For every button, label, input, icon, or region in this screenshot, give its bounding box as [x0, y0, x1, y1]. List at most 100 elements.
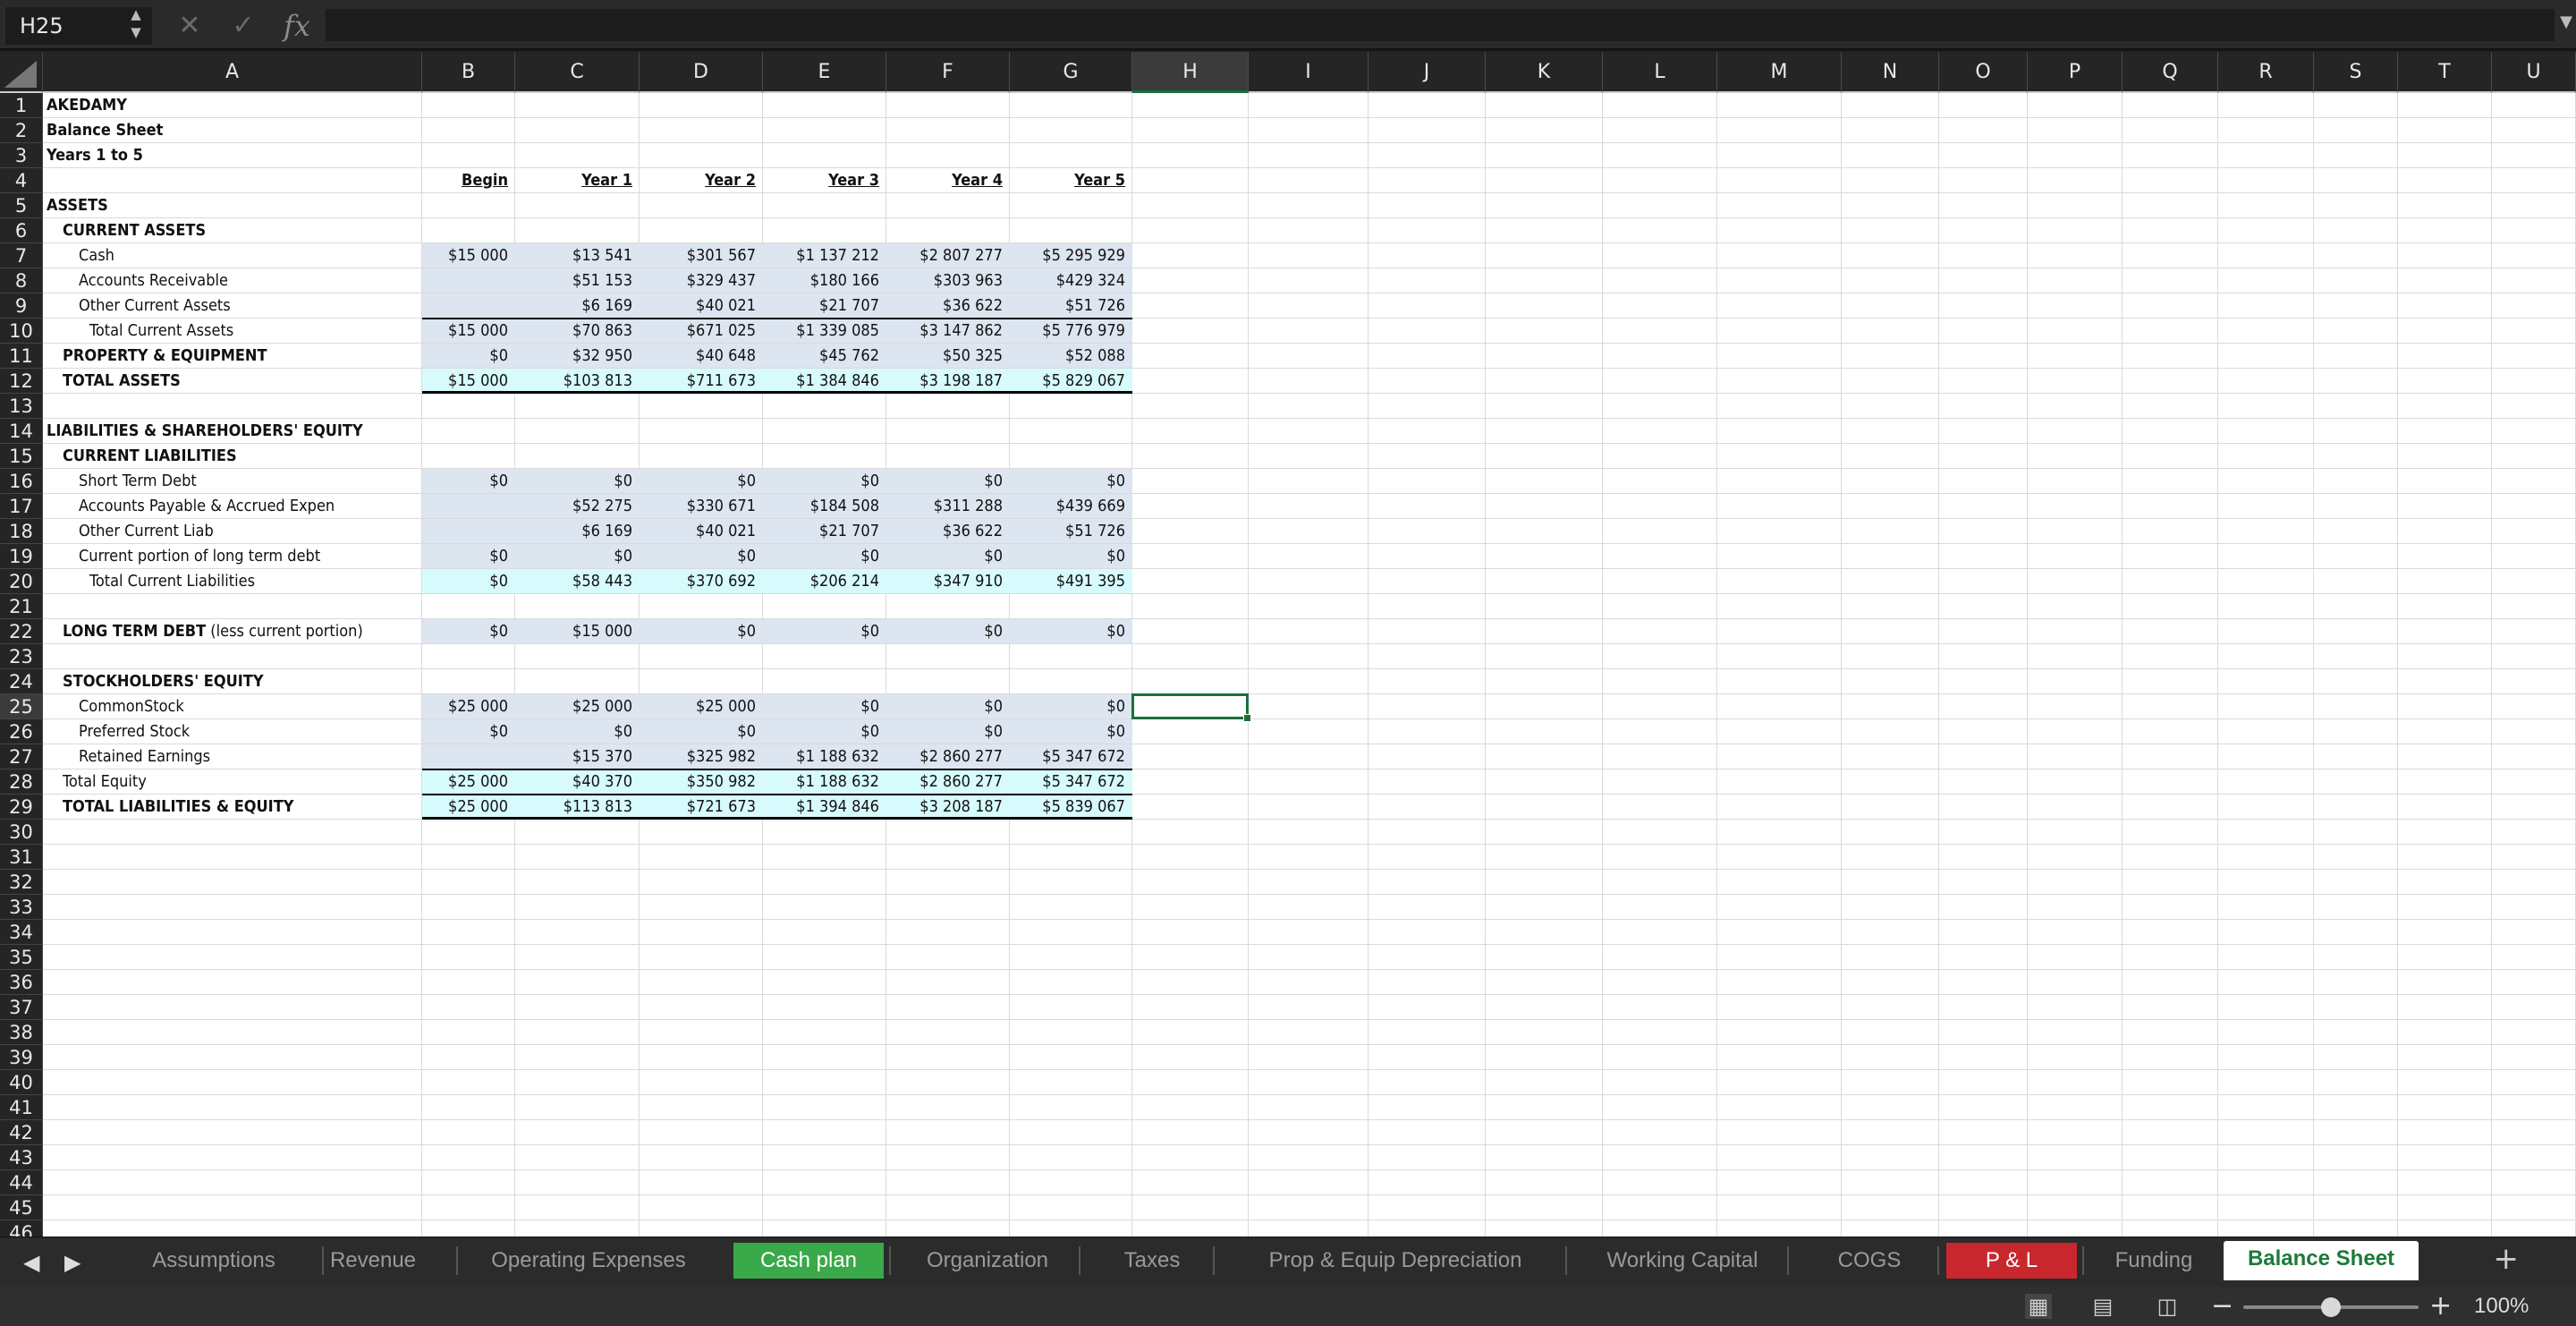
- formula-input[interactable]: [326, 9, 2555, 41]
- column-header-k[interactable]: K: [1486, 52, 1603, 93]
- normal-view-icon[interactable]: ▦: [2025, 1294, 2052, 1319]
- zoom-out-icon[interactable]: −: [2211, 1290, 2233, 1322]
- row-header-4[interactable]: 4: [0, 168, 43, 193]
- column-header-e[interactable]: E: [763, 52, 886, 93]
- selected-cell[interactable]: [1131, 693, 1249, 719]
- column-header-h[interactable]: H: [1132, 52, 1249, 93]
- sheet-tab-taxes[interactable]: Taxes: [1097, 1243, 1208, 1279]
- column-header-c[interactable]: C: [515, 52, 640, 93]
- row-header-34[interactable]: 34: [0, 920, 43, 945]
- row-header-5[interactable]: 5: [0, 193, 43, 218]
- column-header-l[interactable]: L: [1603, 52, 1717, 93]
- row-header-16[interactable]: 16: [0, 469, 43, 494]
- row-header-7[interactable]: 7: [0, 243, 43, 268]
- confirm-icon[interactable]: ✓: [225, 7, 261, 45]
- sheet-tab-organization[interactable]: Organization: [902, 1243, 1073, 1279]
- row-header-20[interactable]: 20: [0, 569, 43, 594]
- column-header-i[interactable]: I: [1249, 52, 1368, 93]
- row-header-24[interactable]: 24: [0, 669, 43, 694]
- row-header-17[interactable]: 17: [0, 494, 43, 519]
- row-header-22[interactable]: 22: [0, 619, 43, 644]
- row-header-2[interactable]: 2: [0, 118, 43, 143]
- row-header-27[interactable]: 27: [0, 744, 43, 769]
- row-header-45[interactable]: 45: [0, 1195, 43, 1220]
- zoom-slider-knob[interactable]: [2321, 1297, 2341, 1317]
- sheet-tab-funding[interactable]: Funding: [2084, 1243, 2224, 1279]
- column-header-u[interactable]: U: [2492, 52, 2576, 93]
- zoom-in-icon[interactable]: +: [2429, 1290, 2452, 1322]
- row-header-10[interactable]: 10: [0, 319, 43, 344]
- row-header-36[interactable]: 36: [0, 970, 43, 995]
- row-header-12[interactable]: 12: [0, 369, 43, 394]
- row-header-11[interactable]: 11: [0, 344, 43, 369]
- row-header-8[interactable]: 8: [0, 268, 43, 293]
- row-header-39[interactable]: 39: [0, 1045, 43, 1070]
- row-header-46[interactable]: 46: [0, 1220, 43, 1237]
- sheet-grid[interactable]: ABCDEFGHIJKLMNOPQRSTUV 12345678910111213…: [0, 52, 2576, 1237]
- row-header-44[interactable]: 44: [0, 1170, 43, 1195]
- row-header-31[interactable]: 31: [0, 845, 43, 870]
- row-header-30[interactable]: 30: [0, 820, 43, 845]
- column-header-o[interactable]: O: [1939, 52, 2028, 93]
- row-header-14[interactable]: 14: [0, 419, 43, 444]
- sheet-tab-prop-equip-depreciation[interactable]: Prop & Equip Depreciation: [1231, 1243, 1560, 1279]
- column-header-m[interactable]: M: [1717, 52, 1842, 93]
- row-header-40[interactable]: 40: [0, 1070, 43, 1095]
- value-cell: $15 000: [572, 622, 632, 641]
- sheet-tab-operating-expenses[interactable]: Operating Expenses: [445, 1243, 732, 1279]
- page-break-icon[interactable]: ◫: [2154, 1294, 2181, 1319]
- select-all-corner[interactable]: [0, 52, 43, 93]
- row-header-42[interactable]: 42: [0, 1120, 43, 1145]
- zoom-level[interactable]: 100%: [2474, 1294, 2529, 1319]
- row-header-35[interactable]: 35: [0, 945, 43, 970]
- column-header-d[interactable]: D: [640, 52, 763, 93]
- add-sheet-button[interactable]: +: [2494, 1241, 2520, 1277]
- row-header-25[interactable]: 25: [0, 694, 43, 719]
- row-header-13[interactable]: 13: [0, 394, 43, 419]
- row-header-9[interactable]: 9: [0, 293, 43, 319]
- row-header-15[interactable]: 15: [0, 444, 43, 469]
- sheet-tab-working-capital[interactable]: Working Capital: [1583, 1243, 1782, 1279]
- column-header-p[interactable]: P: [2028, 52, 2123, 93]
- sheet-tab-cogs[interactable]: COGS: [1807, 1243, 1932, 1279]
- next-sheet-icon[interactable]: ▶: [64, 1250, 80, 1275]
- column-header-n[interactable]: N: [1842, 52, 1939, 93]
- row-header-43[interactable]: 43: [0, 1145, 43, 1170]
- row-header-18[interactable]: 18: [0, 519, 43, 544]
- row-header-33[interactable]: 33: [0, 895, 43, 920]
- row-header-41[interactable]: 41: [0, 1095, 43, 1120]
- fill-handle[interactable]: [1243, 714, 1251, 722]
- column-header-s[interactable]: S: [2314, 52, 2398, 93]
- name-box-stepper-icon[interactable]: ▲ ▼: [125, 5, 147, 45]
- column-header-b[interactable]: B: [422, 52, 515, 93]
- prev-sheet-icon[interactable]: ◀: [23, 1250, 39, 1275]
- sheet-tab-revenue[interactable]: Revenue: [295, 1243, 451, 1279]
- row-header-37[interactable]: 37: [0, 995, 43, 1020]
- row-header-38[interactable]: 38: [0, 1020, 43, 1045]
- row-header-6[interactable]: 6: [0, 218, 43, 243]
- sheet-tab-cash-plan[interactable]: Cash plan: [733, 1243, 884, 1279]
- column-header-q[interactable]: Q: [2123, 52, 2218, 93]
- row-header-29[interactable]: 29: [0, 795, 43, 820]
- page-layout-icon[interactable]: ▤: [2089, 1294, 2116, 1319]
- column-header-a[interactable]: A: [43, 52, 422, 93]
- column-header-r[interactable]: R: [2218, 52, 2314, 93]
- sheet-tab-assumptions[interactable]: Assumptions: [111, 1243, 317, 1279]
- column-header-t[interactable]: T: [2398, 52, 2492, 93]
- expand-formula-icon[interactable]: ▼: [2560, 13, 2572, 31]
- row-header-23[interactable]: 23: [0, 644, 43, 669]
- row-header-28[interactable]: 28: [0, 769, 43, 795]
- column-header-j[interactable]: J: [1368, 52, 1486, 93]
- column-header-f[interactable]: F: [886, 52, 1010, 93]
- row-header-21[interactable]: 21: [0, 594, 43, 619]
- column-header-g[interactable]: G: [1010, 52, 1132, 93]
- sheet-tab-balance-sheet[interactable]: Balance Sheet: [2224, 1241, 2419, 1280]
- function-icon[interactable]: fx: [279, 7, 315, 45]
- sheet-tab-p-l[interactable]: P & L: [1946, 1243, 2077, 1279]
- cancel-icon[interactable]: ✕: [172, 7, 208, 45]
- row-header-3[interactable]: 3: [0, 143, 43, 168]
- row-header-19[interactable]: 19: [0, 544, 43, 569]
- row-header-32[interactable]: 32: [0, 870, 43, 895]
- row-header-26[interactable]: 26: [0, 719, 43, 744]
- row-header-1[interactable]: 1: [0, 93, 43, 118]
